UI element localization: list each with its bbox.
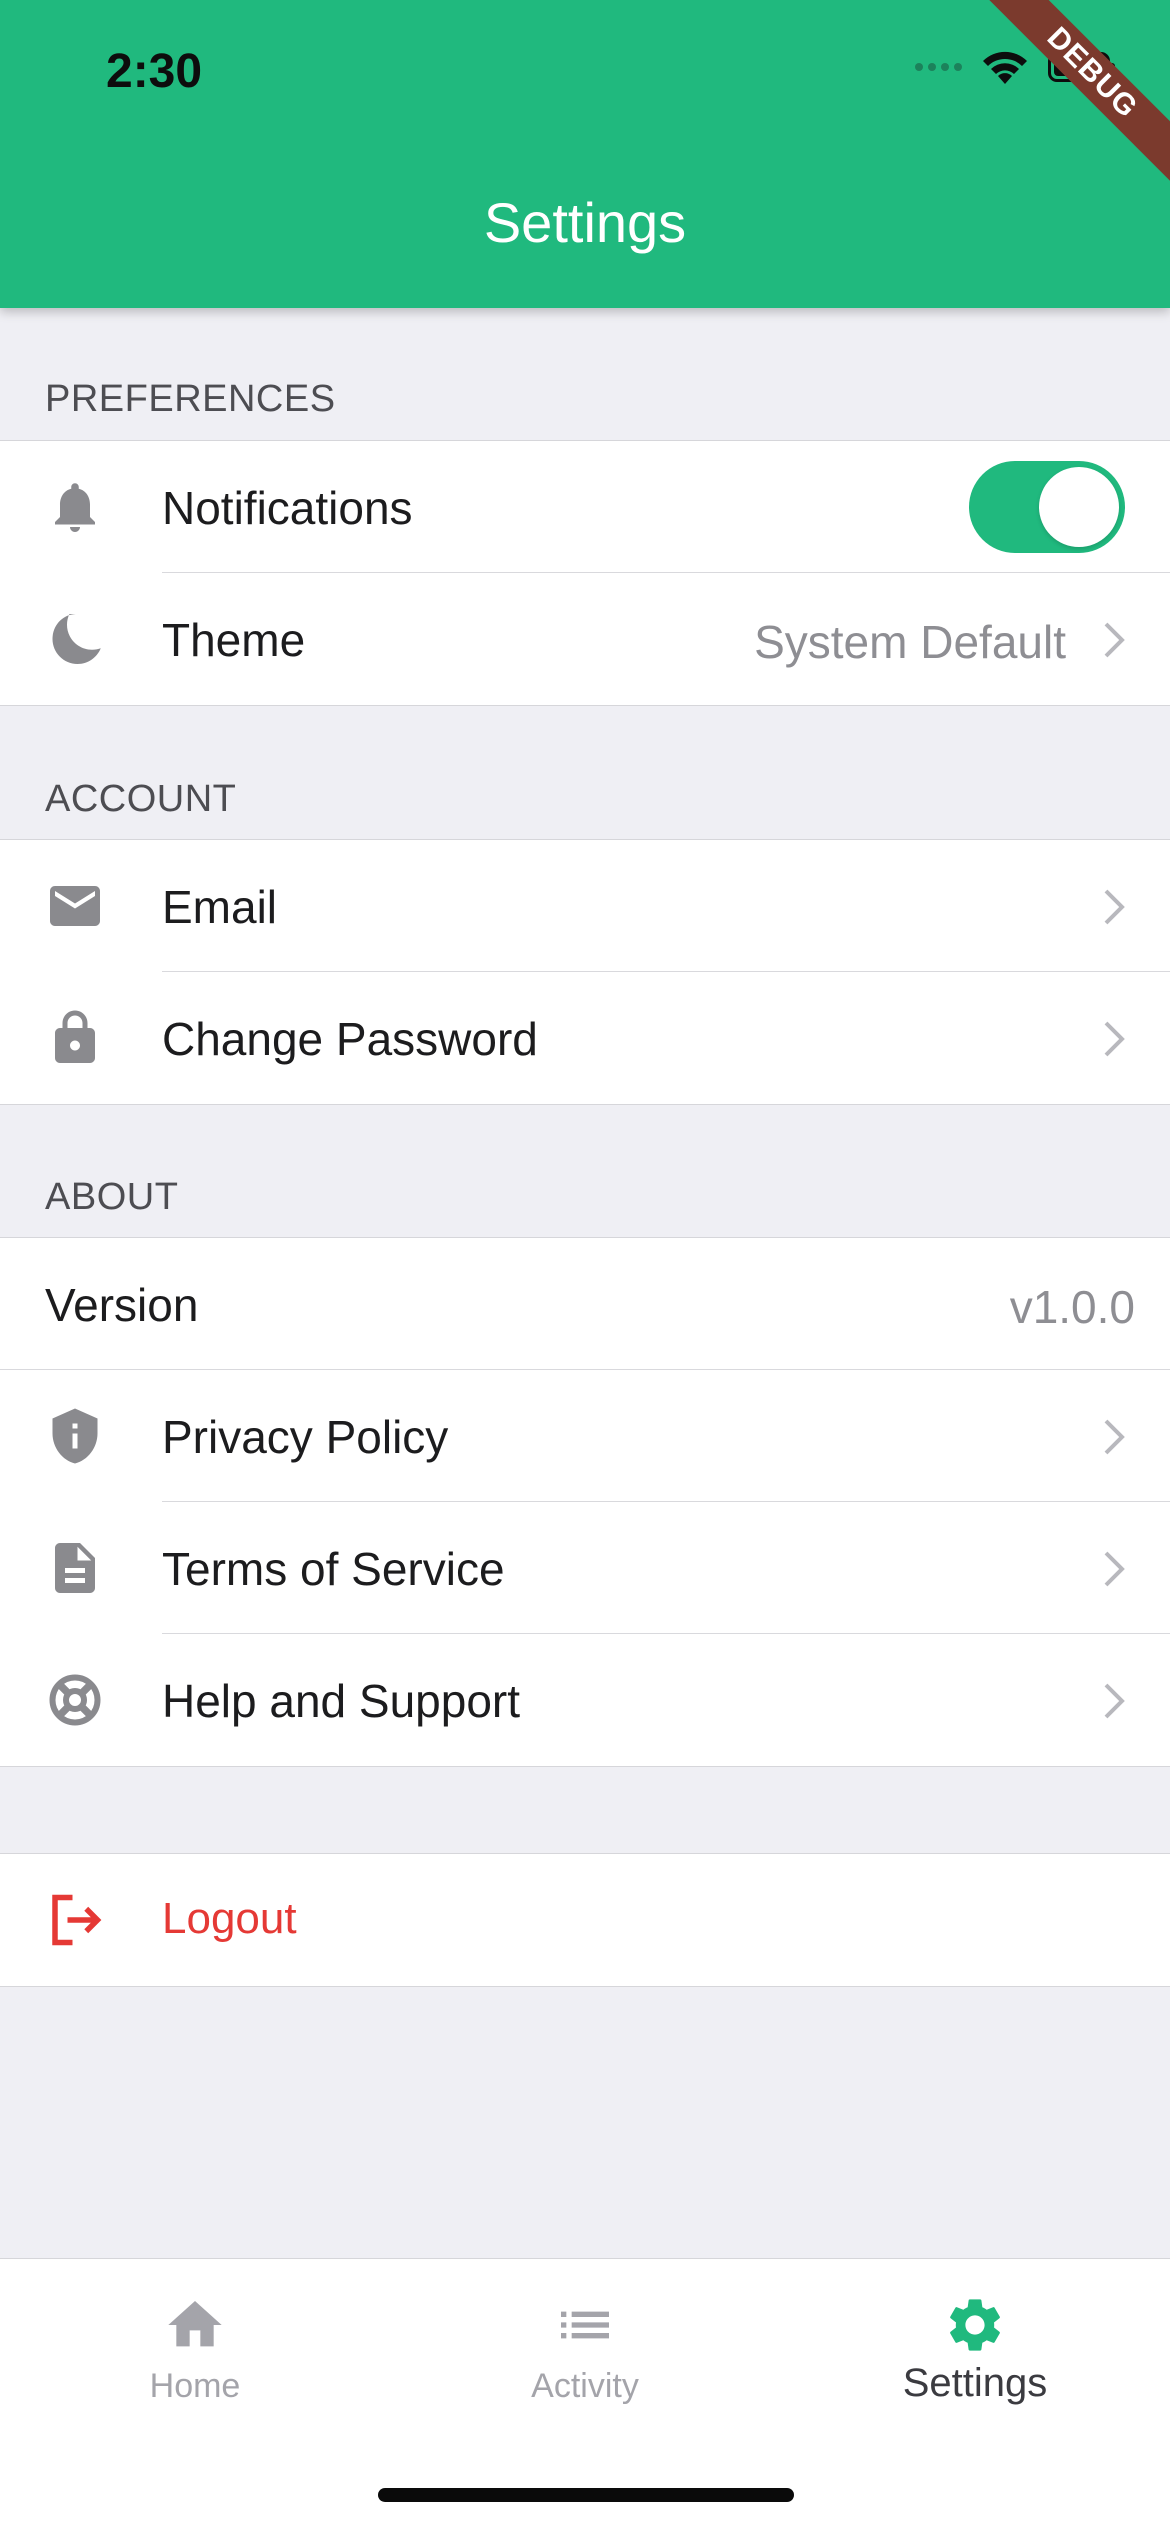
notifications-toggle[interactable] (969, 461, 1125, 553)
chevron-right-icon (1104, 622, 1125, 658)
version-label: Version (45, 1279, 199, 1331)
notifications-label: Notifications (162, 482, 413, 534)
section-title-about: ABOUT (45, 1176, 179, 1218)
app-header: 2:30 DEBUG Settings (0, 0, 1170, 308)
about-group: Version v1.0.0 Privacy Policy Terms of S… (0, 1237, 1170, 1767)
theme-value: System Default (754, 616, 1066, 668)
terms-of-service-label: Terms of Service (162, 1543, 505, 1595)
shield-info-icon (52, 1408, 98, 1464)
tab-activity-label: Activity (531, 2367, 639, 2405)
bell-icon (55, 483, 95, 532)
preferences-group: Notifications Theme System Default (0, 440, 1170, 706)
tab-activity[interactable]: Activity (435, 2293, 735, 2406)
chevron-right-icon (1104, 1683, 1125, 1719)
email-row[interactable]: Email (0, 840, 1170, 972)
toggle-knob (1039, 467, 1119, 547)
tab-settings[interactable]: Settings (825, 2293, 1125, 2406)
change-password-row[interactable]: Change Password (0, 972, 1170, 1104)
version-value: v1.0.0 (1009, 1281, 1135, 1333)
chevron-right-icon (1104, 1551, 1125, 1587)
lock-icon (55, 1010, 95, 1063)
debug-banner: DEBUG (956, 0, 1170, 209)
home-icon (168, 2301, 222, 2347)
version-row: Version v1.0.0 (0, 1238, 1170, 1370)
cellular-signal-icon (915, 63, 962, 71)
chevron-right-icon (1104, 889, 1125, 925)
notifications-row[interactable]: Notifications (0, 441, 1170, 573)
home-indicator (378, 2488, 794, 2502)
document-icon (55, 1543, 95, 1593)
chevron-right-icon (1104, 1021, 1125, 1057)
mail-icon (50, 886, 100, 926)
logout-label: Logout (162, 1894, 297, 1943)
page-title: Settings (483, 191, 687, 254)
wifi-icon (983, 51, 1027, 84)
gear-icon (950, 2299, 1000, 2351)
section-title-account: ACCOUNT (45, 778, 237, 820)
terms-of-service-row[interactable]: Terms of Service (0, 1502, 1170, 1634)
theme-row[interactable]: Theme System Default (0, 573, 1170, 705)
logout-icon (52, 1894, 102, 1946)
privacy-policy-label: Privacy Policy (162, 1411, 449, 1463)
theme-label: Theme (162, 614, 306, 666)
help-support-row[interactable]: Help and Support (0, 1634, 1170, 1766)
email-label: Email (162, 881, 278, 933)
tab-home-label: Home (149, 2367, 241, 2405)
logout-group: Logout (0, 1853, 1170, 1987)
chevron-right-icon (1104, 1419, 1125, 1455)
lifebuoy-icon (49, 1674, 101, 1726)
help-support-label: Help and Support (162, 1675, 521, 1727)
section-title-preferences: PREFERENCES (45, 378, 336, 420)
moon-icon (52, 614, 101, 664)
privacy-policy-row[interactable]: Privacy Policy (0, 1370, 1170, 1502)
change-password-label: Change Password (162, 1013, 538, 1065)
tab-home[interactable]: Home (45, 2293, 345, 2406)
list-icon (561, 2311, 609, 2339)
account-group: Email Change Password (0, 839, 1170, 1105)
tab-settings-label: Settings (902, 2361, 1048, 2405)
logout-row[interactable]: Logout (0, 1854, 1170, 1986)
status-time: 2:30 (106, 45, 203, 98)
